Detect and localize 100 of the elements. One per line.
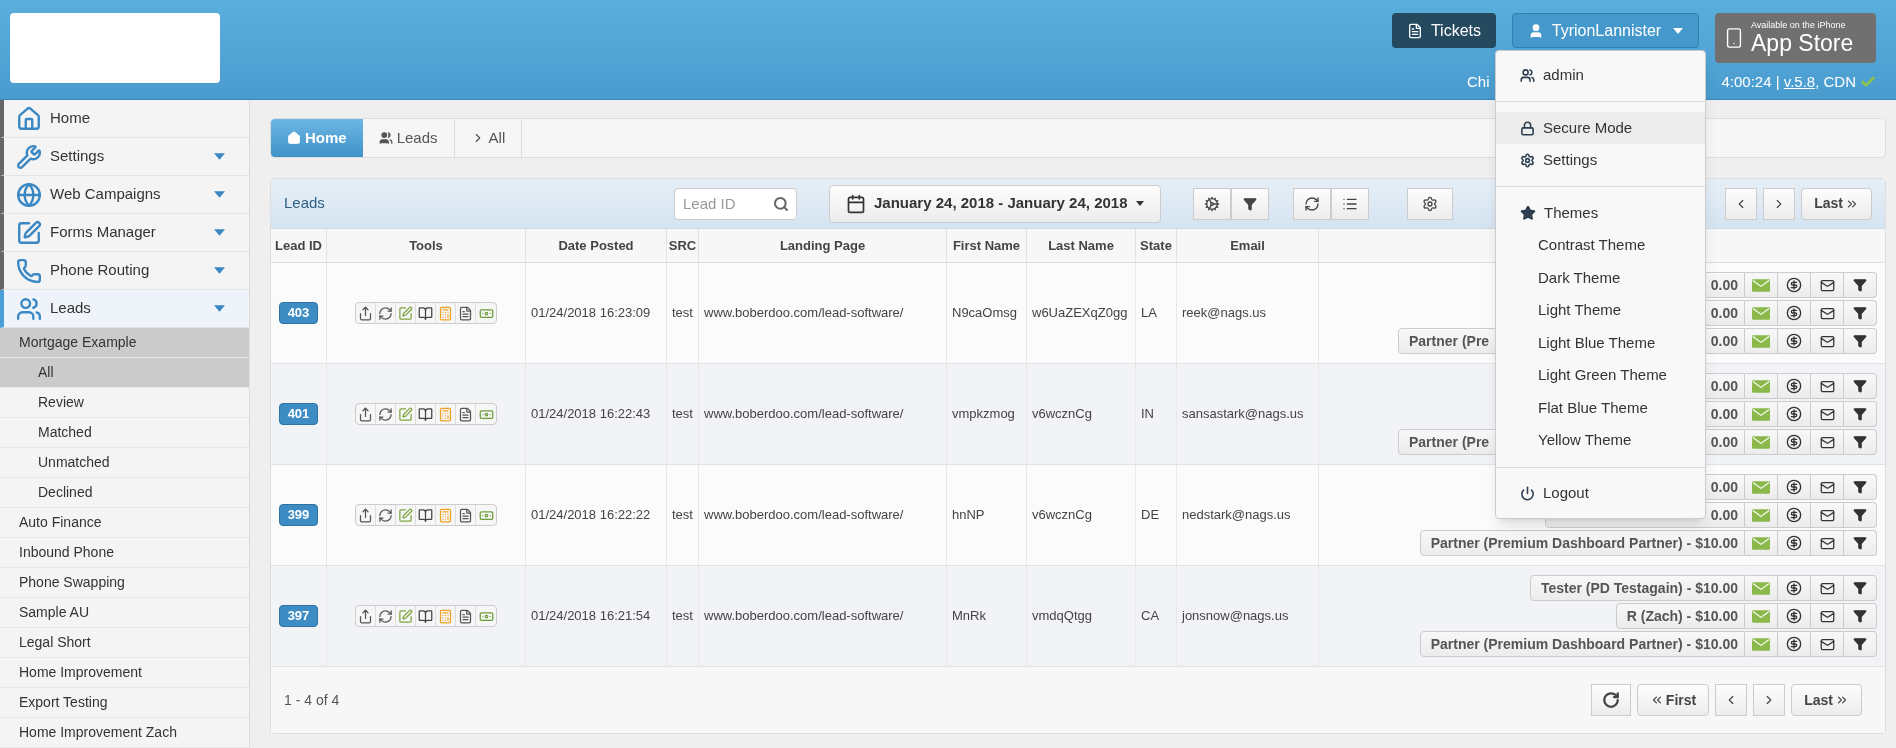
sidebar-subitem[interactable]: Review xyxy=(0,388,249,418)
price-button[interactable] xyxy=(1778,300,1811,326)
filter-button[interactable] xyxy=(1844,328,1877,354)
sidebar-item[interactable]: Web Campaigns xyxy=(0,176,249,214)
email-button[interactable] xyxy=(1811,300,1844,326)
theme-menu-item[interactable]: Light Green Theme xyxy=(1496,359,1705,392)
email-button[interactable] xyxy=(1811,603,1844,629)
theme-menu-item[interactable]: Light Theme xyxy=(1496,294,1705,327)
filter-button[interactable] xyxy=(1230,187,1269,220)
sidebar-subitem[interactable]: Export Testing xyxy=(0,688,249,718)
filter-button[interactable] xyxy=(1844,429,1877,455)
price-button[interactable] xyxy=(1778,401,1811,427)
email-button[interactable] xyxy=(1811,373,1844,399)
filter-button[interactable] xyxy=(1844,631,1877,657)
column-header[interactable]: Date Posted xyxy=(526,229,667,262)
sidebar-subitem[interactable]: Inbound Phone xyxy=(0,538,249,568)
column-header[interactable]: First Name xyxy=(947,229,1027,262)
first-page-button[interactable]: First xyxy=(1636,684,1710,716)
sidebar-item[interactable]: Leads xyxy=(0,290,249,328)
sidebar-item[interactable]: Settings xyxy=(0,138,249,176)
lead-id-button[interactable]: 397 xyxy=(278,605,319,627)
tool-button[interactable] xyxy=(376,404,396,424)
price-button[interactable] xyxy=(1778,373,1811,399)
price-button[interactable] xyxy=(1778,631,1811,657)
theme-menu-item[interactable]: Light Blue Theme xyxy=(1496,326,1705,359)
tool-button[interactable] xyxy=(416,404,436,424)
theme-menu-item[interactable]: Yellow Theme xyxy=(1496,424,1705,457)
menu-item[interactable]: Secure Mode xyxy=(1496,112,1705,144)
price-button[interactable] xyxy=(1778,575,1811,601)
email-button[interactable] xyxy=(1811,272,1844,298)
sidebar-subitem[interactable]: All xyxy=(0,358,249,388)
app-store-badge[interactable]: Available on the iPhone App Store xyxy=(1715,13,1876,63)
column-header[interactable]: Email xyxy=(1177,229,1319,262)
refresh-button[interactable] xyxy=(1292,187,1331,220)
email-button[interactable] xyxy=(1811,530,1844,556)
filter-button[interactable] xyxy=(1844,603,1877,629)
tool-button[interactable] xyxy=(416,505,436,525)
price-button[interactable] xyxy=(1778,474,1811,500)
price-button[interactable] xyxy=(1778,502,1811,528)
breadcrumb-item[interactable]: All xyxy=(454,119,523,157)
sidebar-subitem[interactable]: Auto Finance xyxy=(0,508,249,538)
email-button[interactable] xyxy=(1811,474,1844,500)
filter-button[interactable] xyxy=(1844,502,1877,528)
sidebar-item[interactable]: Forms Manager xyxy=(0,214,249,252)
email-button[interactable] xyxy=(1811,631,1844,657)
email-button[interactable] xyxy=(1811,429,1844,455)
sidebar-subitem[interactable]: Mortgage Example xyxy=(0,328,249,358)
sidebar-subitem[interactable]: Unmatched xyxy=(0,448,249,478)
filter-button[interactable] xyxy=(1844,575,1877,601)
sidebar-item[interactable]: Home xyxy=(0,100,249,138)
price-button[interactable] xyxy=(1778,328,1811,354)
filter-button[interactable] xyxy=(1844,401,1877,427)
refresh-button[interactable] xyxy=(1590,684,1631,716)
tool-button[interactable] xyxy=(376,505,396,525)
sidebar-subitem[interactable]: Legal Short xyxy=(0,628,249,658)
tool-button[interactable] xyxy=(376,606,396,626)
price-button[interactable] xyxy=(1778,429,1811,455)
email-button[interactable] xyxy=(1811,502,1844,528)
email-button[interactable] xyxy=(1811,575,1844,601)
sidebar-subitem[interactable]: Phone Swapping xyxy=(0,568,249,598)
column-header[interactable]: Last Name xyxy=(1027,229,1136,262)
filter-button[interactable] xyxy=(1844,474,1877,500)
tool-button[interactable] xyxy=(416,303,436,323)
menu-item[interactable]: admin xyxy=(1496,59,1705,91)
sidebar-subitem[interactable]: Home Improvement Zach xyxy=(0,718,249,748)
tickets-button[interactable]: Tickets xyxy=(1391,13,1496,48)
settings-button[interactable] xyxy=(1192,187,1231,220)
column-header[interactable]: SRC xyxy=(667,229,699,262)
last-page-button[interactable]: Last xyxy=(1791,684,1862,716)
tool-button[interactable] xyxy=(416,606,436,626)
menu-item[interactable]: Settings xyxy=(1496,144,1705,176)
price-button[interactable] xyxy=(1778,530,1811,556)
filter-button[interactable] xyxy=(1844,530,1877,556)
lead-id-button[interactable]: 403 xyxy=(278,302,319,324)
lead-id-search-field[interactable]: Lead ID xyxy=(674,187,797,220)
column-header[interactable]: Lead ID xyxy=(271,229,327,262)
lead-id-button[interactable]: 399 xyxy=(278,504,319,526)
theme-menu-item[interactable]: Contrast Theme xyxy=(1496,229,1705,262)
sidebar-subitem[interactable]: Declined xyxy=(0,478,249,508)
date-range-button[interactable]: January 24, 2018 - January 24, 2018 xyxy=(829,184,1161,223)
menu-item[interactable]: Logout xyxy=(1496,477,1705,510)
email-button[interactable] xyxy=(1811,401,1844,427)
partner-label[interactable]: Partner (Premium Dashboard Partner) - $10.00 xyxy=(1419,631,1745,657)
sidebar-subitem[interactable]: Sample AU xyxy=(0,598,249,628)
column-header[interactable]: Tools xyxy=(327,229,526,262)
tool-button[interactable] xyxy=(376,303,396,323)
filter-button[interactable] xyxy=(1844,300,1877,326)
partner-label[interactable]: Tester (PD Testagain) - $10.00 xyxy=(1529,575,1745,601)
price-button[interactable] xyxy=(1778,603,1811,629)
lead-id-button[interactable]: 401 xyxy=(278,403,319,425)
column-header[interactable]: Landing Page xyxy=(699,229,947,262)
breadcrumb-item[interactable]: Leads xyxy=(362,119,455,157)
partner-label[interactable]: Partner (Premium Dashboard Partner) - $10.00 xyxy=(1419,530,1745,556)
filter-button[interactable] xyxy=(1844,373,1877,399)
partner-label[interactable]: R (Zach) - $10.00 xyxy=(1615,603,1745,629)
list-button[interactable] xyxy=(1330,187,1369,220)
filter-button[interactable] xyxy=(1844,272,1877,298)
theme-menu-item[interactable]: Flat Blue Theme xyxy=(1496,391,1705,424)
sidebar-subitem[interactable]: Home Improvement xyxy=(0,658,249,688)
last-page-button[interactable]: Last xyxy=(1801,187,1872,220)
